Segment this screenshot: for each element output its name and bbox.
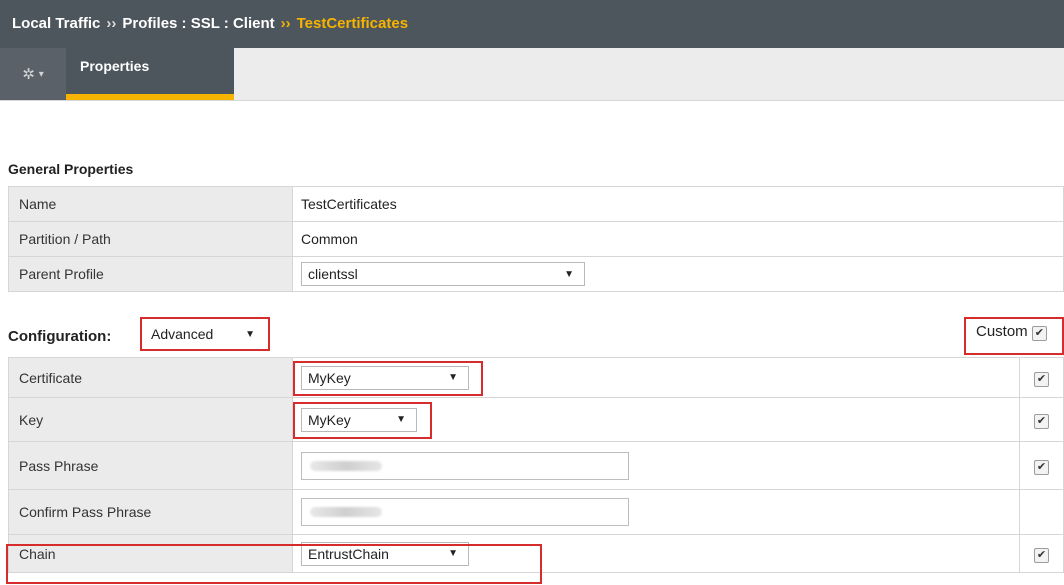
parent-profile-label: Parent Profile [8, 256, 293, 292]
chevron-down-icon: ▾ [38, 68, 44, 80]
highlight-box [293, 402, 432, 439]
dropdown-arrow-icon: ▼ [245, 328, 255, 340]
breadcrumb-current: TestCertificates [296, 15, 409, 32]
gear-menu-button[interactable]: ✲ ▾ [0, 48, 66, 100]
parent-profile-select[interactable]: clientssl ▼ [301, 262, 585, 286]
certificate-custom-cell: ✔ [1019, 357, 1064, 398]
key-label: Key [8, 397, 293, 442]
name-label: Name [8, 186, 293, 222]
pass-phrase-label: Pass Phrase [8, 441, 293, 490]
breadcrumb-profiles-ssl-client[interactable]: Profiles : SSL : Client [122, 15, 274, 32]
table-row: Certificate MyKey ▼ ✔ [8, 357, 1064, 398]
custom-all-checkbox[interactable]: ✔ [1031, 326, 1047, 341]
configuration-mode-value: Advanced [151, 326, 214, 342]
configuration-mode-select[interactable]: Advanced ▼ [145, 322, 265, 346]
configuration-table: Certificate MyKey ▼ ✔ Key MyKey ▼ ✔ Pass… [8, 357, 1064, 573]
breadcrumb-separator: ›› [106, 15, 117, 32]
confirm-pass-phrase-input[interactable] [301, 498, 629, 526]
general-properties-title: General Properties [8, 161, 134, 177]
parent-profile-cell: clientssl ▼ [292, 256, 1064, 292]
dropdown-arrow-icon: ▼ [564, 268, 574, 280]
key-custom-cell: ✔ [1019, 397, 1064, 442]
custom-header: Custom ✔ [976, 323, 1047, 341]
pass-phrase-cell [292, 441, 1020, 490]
pass-phrase-custom-checkbox[interactable]: ✔ [1034, 459, 1049, 475]
partition-path-value: Common [292, 221, 1064, 257]
chain-custom-cell: ✔ [1019, 534, 1064, 573]
certificate-label: Certificate [8, 357, 293, 398]
active-tab-indicator [66, 94, 234, 100]
highlight-box [6, 544, 542, 584]
name-value: TestCertificates [292, 186, 1064, 222]
table-row: Partition / Path Common [8, 221, 1064, 257]
key-custom-checkbox[interactable]: ✔ [1034, 413, 1049, 429]
pass-phrase-input[interactable] [301, 451, 629, 480]
breadcrumb-local-traffic[interactable]: Local Traffic [12, 15, 100, 32]
breadcrumb-separator: ›› [280, 15, 291, 32]
confirm-pass-phrase-label: Confirm Pass Phrase [8, 489, 293, 535]
masked-text [310, 460, 382, 471]
confirm-pass-phrase-custom-cell [1019, 489, 1064, 535]
confirm-pass-phrase-cell [292, 489, 1020, 535]
table-row: Pass Phrase ✔ [8, 441, 1064, 490]
partition-path-label: Partition / Path [8, 221, 293, 257]
custom-label: Custom [976, 323, 1028, 340]
table-row: Key MyKey ▼ ✔ [8, 397, 1064, 442]
tab-properties-label: Properties [80, 58, 150, 74]
masked-text [310, 507, 382, 517]
tab-properties[interactable]: Properties [66, 48, 234, 100]
gear-icon: ✲ [22, 66, 35, 83]
table-row: Confirm Pass Phrase [8, 489, 1064, 535]
breadcrumb: Local Traffic ›› Profiles : SSL : Client ››… [0, 0, 1064, 48]
pass-phrase-custom-cell: ✔ [1019, 441, 1064, 490]
table-row: Parent Profile clientssl ▼ [8, 256, 1064, 292]
table-row: Name TestCertificates [8, 186, 1064, 222]
chain-custom-checkbox[interactable]: ✔ [1034, 547, 1049, 563]
certificate-custom-checkbox[interactable]: ✔ [1034, 371, 1049, 387]
parent-profile-value: clientssl [308, 266, 358, 282]
highlight-box [293, 361, 483, 396]
tab-bar: ✲ ▾ Properties [0, 48, 1064, 101]
general-properties-table: Name TestCertificates Partition / Path C… [8, 186, 1064, 292]
configuration-label: Configuration: [8, 328, 112, 345]
